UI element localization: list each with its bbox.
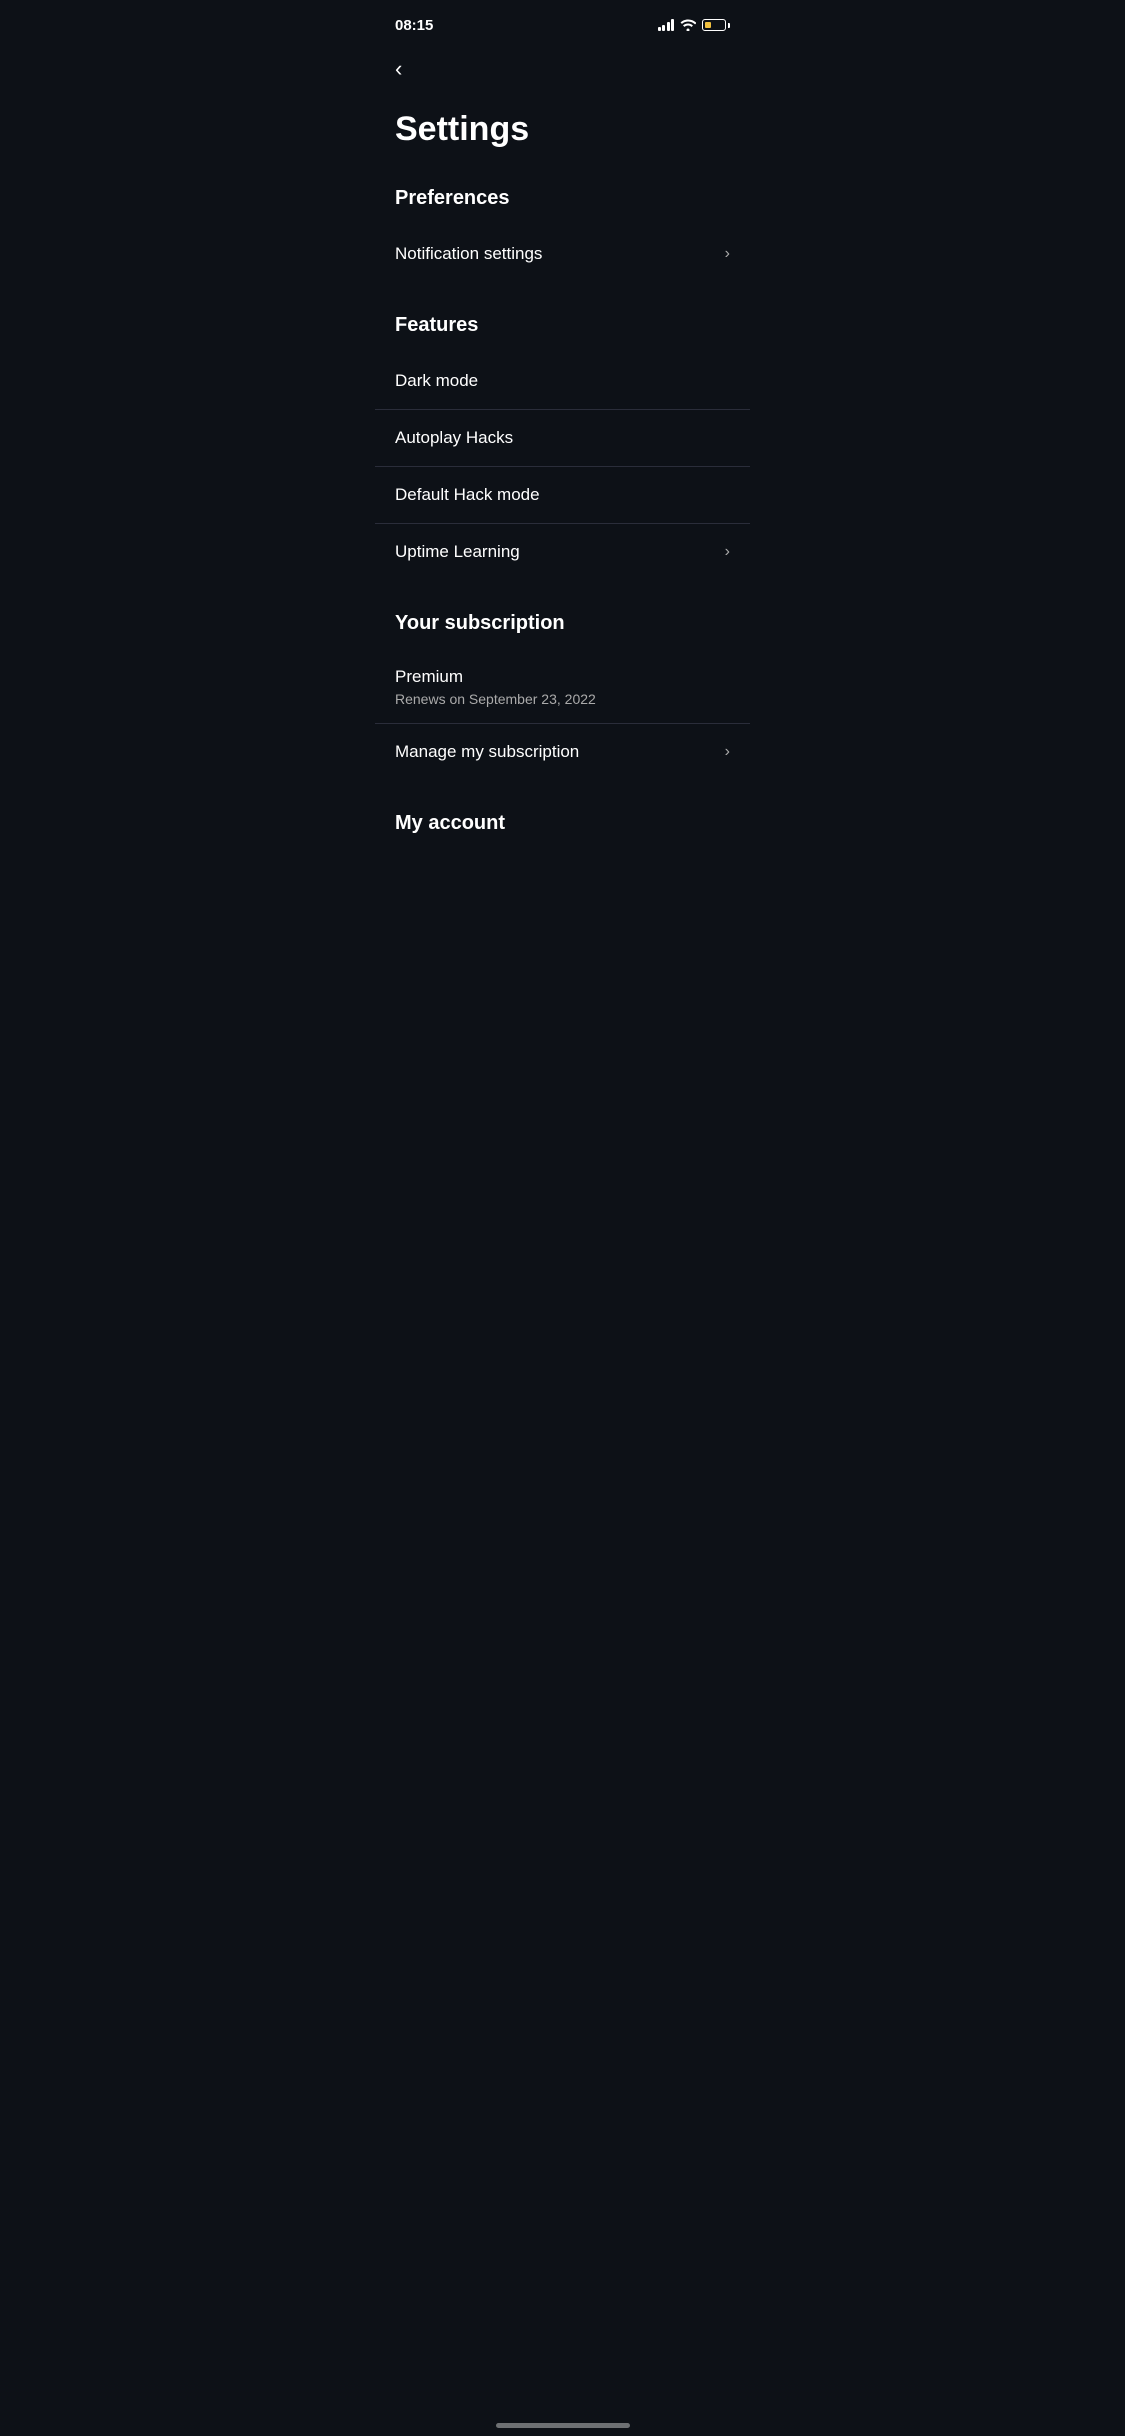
- subscription-section-header: Your subscription: [375, 604, 750, 651]
- uptime-learning-chevron-icon: ›: [725, 543, 730, 561]
- gap-2: [375, 580, 750, 604]
- status-icons: [658, 19, 731, 31]
- battery-body: [702, 19, 726, 31]
- subscription-section: Your subscription Premium Renews on Sept…: [375, 604, 750, 780]
- subscription-info: Premium Renews on September 23, 2022: [375, 651, 750, 724]
- wifi-icon: [680, 19, 696, 31]
- battery-tip: [728, 23, 730, 28]
- features-section: Features Dark mode Autoplay Hacks Defaul…: [375, 306, 750, 580]
- manage-subscription-chevron-icon: ›: [725, 743, 730, 761]
- notification-settings-item[interactable]: Notification settings ›: [375, 226, 750, 282]
- battery-fill: [705, 22, 711, 28]
- preferences-section: Preferences Notification settings ›: [375, 179, 750, 282]
- nav-bar: ‹: [375, 44, 750, 90]
- uptime-learning-item[interactable]: Uptime Learning ›: [375, 524, 750, 580]
- gap-3: [375, 780, 750, 804]
- my-account-section: My account: [375, 804, 750, 839]
- manage-subscription-label: Manage my subscription: [395, 742, 579, 762]
- status-time: 08:15: [395, 17, 433, 34]
- autoplay-hacks-item[interactable]: Autoplay Hacks: [375, 410, 750, 467]
- autoplay-hacks-label: Autoplay Hacks: [395, 428, 513, 448]
- signal-bar-1: [658, 27, 661, 31]
- uptime-learning-label: Uptime Learning: [395, 542, 520, 562]
- manage-subscription-item[interactable]: Manage my subscription ›: [375, 724, 750, 780]
- home-indicator: [496, 2423, 630, 2428]
- default-hack-mode-label: Default Hack mode: [395, 485, 540, 505]
- subscription-name: Premium: [395, 667, 730, 687]
- preferences-section-header: Preferences: [375, 179, 750, 226]
- subscription-renew-date: Renews on September 23, 2022: [395, 691, 730, 707]
- signal-icon: [658, 19, 675, 31]
- page-title: Settings: [375, 90, 750, 179]
- status-bar: 08:15: [375, 0, 750, 44]
- notification-settings-label: Notification settings: [395, 244, 542, 264]
- gap-1: [375, 282, 750, 306]
- dark-mode-item[interactable]: Dark mode: [375, 353, 750, 410]
- default-hack-mode-item[interactable]: Default Hack mode: [375, 467, 750, 524]
- back-button[interactable]: ‹: [395, 52, 402, 86]
- dark-mode-label: Dark mode: [395, 371, 478, 391]
- my-account-header: My account: [395, 812, 730, 839]
- signal-bar-3: [667, 22, 670, 31]
- features-section-header: Features: [375, 306, 750, 353]
- signal-bar-2: [662, 25, 665, 31]
- battery-icon: [702, 19, 730, 31]
- notification-settings-chevron-icon: ›: [725, 245, 730, 263]
- signal-bar-4: [671, 19, 674, 31]
